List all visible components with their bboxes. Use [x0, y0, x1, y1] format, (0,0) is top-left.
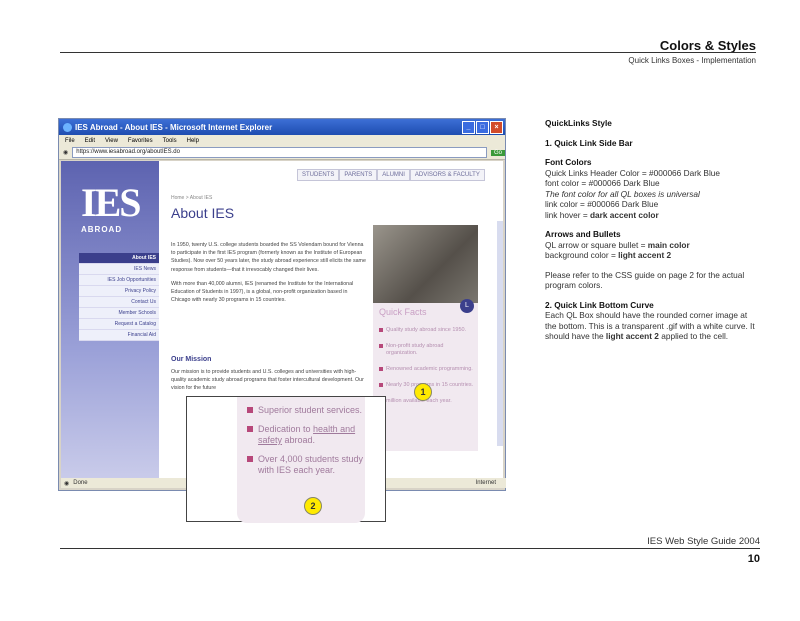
- address-input[interactable]: https://www.iesabroad.org/aboutIES.do: [72, 147, 487, 158]
- font-color-note: The font color for all QL boxes is unive…: [545, 188, 700, 199]
- ies-logo[interactable]: IES: [81, 179, 141, 226]
- sidenav-item-about[interactable]: About IES: [79, 253, 159, 264]
- menu-favorites[interactable]: Favorites: [128, 138, 153, 144]
- quick-fact-item[interactable]: Non-profit study abroad organization.: [379, 343, 475, 357]
- quick-facts-box: Quick Facts L Quality study abroad since…: [373, 299, 478, 451]
- body-paragraph-1: In 1950, twenty U.S. college students bo…: [171, 242, 366, 273]
- address-bar: ◉ https://www.iesabroad.org/aboutIES.do …: [59, 146, 505, 160]
- scrollbar[interactable]: [497, 221, 503, 446]
- breadcrumb: Home > About IES: [171, 195, 213, 201]
- footer-guide-title: IES Web Style Guide 2004: [647, 536, 760, 547]
- zoom-callout: Superior student services. Dedication to…: [186, 396, 386, 523]
- page-title: Colors & Styles: [659, 38, 756, 53]
- site-page-title: About IES: [171, 205, 235, 221]
- mission-text: Our mission is to provide students and U…: [171, 369, 364, 392]
- students-photo: [373, 225, 478, 303]
- quick-fact-item[interactable]: Renowned academic programming.: [379, 366, 475, 373]
- font-color-note: link color = #000066 Dark Blue: [545, 199, 659, 209]
- mission-heading: Our Mission: [171, 356, 212, 363]
- tab-advisors[interactable]: ADVISORS & FACULTY: [409, 169, 485, 181]
- font-color-note: link hover = dark accent color: [545, 209, 659, 220]
- menu-bar: File Edit View Favorites Tools Help: [59, 135, 505, 146]
- sidenav-item-catalog[interactable]: Request a Catalog: [79, 319, 159, 330]
- status-done: Done: [73, 480, 88, 486]
- callout-marker-2: 2: [304, 497, 322, 515]
- font-color-note: font color = #000066 Dark Blue: [545, 178, 660, 188]
- zoom-fact-item[interactable]: Superior student services.: [247, 405, 367, 416]
- page-icon: ◉: [63, 150, 69, 156]
- site-sidenav: About IES IES News IES Job Opportunities…: [79, 253, 159, 341]
- ie-icon: [63, 122, 72, 132]
- browser-titlebar: IES Abroad - About IES - Microsoft Inter…: [59, 119, 505, 135]
- page-number: 10: [747, 553, 760, 565]
- sidenav-item-members[interactable]: Member Schools: [79, 308, 159, 319]
- sidenav-item-jobs[interactable]: IES Job Opportunities: [79, 275, 159, 286]
- tab-parents[interactable]: PARENTS: [339, 169, 378, 181]
- zoom-fact-item[interactable]: Over 4,000 students study with IES each …: [247, 454, 367, 476]
- arrows-note: background color = light accent 2: [545, 250, 672, 260]
- font-colors-heading: Font Colors: [545, 157, 592, 167]
- sidenav-item-news[interactable]: IES News: [79, 264, 159, 275]
- section-2-heading: 2. Quick Link Bottom Curve: [545, 299, 654, 310]
- body-paragraph-2: With more than 40,000 alumni, IES (renam…: [171, 280, 354, 304]
- quick-facts-badge-icon: L: [460, 299, 474, 313]
- status-zone: Internet: [475, 480, 496, 486]
- menu-edit[interactable]: Edit: [85, 138, 95, 144]
- tab-students[interactable]: STUDENTS: [297, 169, 340, 181]
- minimize-icon[interactable]: _: [462, 120, 475, 134]
- menu-file[interactable]: File: [65, 138, 75, 144]
- window-title: IES Abroad - About IES - Microsoft Inter…: [75, 122, 273, 132]
- arrows-bullets-heading: Arrows and Bullets: [545, 229, 621, 239]
- quick-fact-item[interactable]: Quality study abroad since 1950.: [379, 327, 475, 334]
- tab-alumni[interactable]: ALUMNI: [377, 169, 410, 181]
- site-body-text: In 1950, twenty U.S. college students bo…: [171, 241, 366, 310]
- footer-rule: [60, 548, 760, 549]
- arrows-note: QL arrow or square bullet = main color: [545, 239, 690, 250]
- status-icon: ◉: [64, 480, 70, 487]
- quick-facts-heading: Quick Facts: [379, 307, 427, 317]
- ies-logo-sub: ABROAD: [81, 225, 123, 234]
- style-notes: QuickLinks Style 1. Quick Link Side Bar …: [545, 118, 760, 342]
- menu-tools[interactable]: Tools: [163, 138, 177, 144]
- callout-marker-1: 1: [414, 383, 432, 401]
- sidenav-item-aid[interactable]: Financial Aid: [79, 330, 159, 341]
- header-rule: [60, 52, 756, 53]
- sidenav-item-contact[interactable]: Contact Us: [79, 297, 159, 308]
- menu-view[interactable]: View: [105, 138, 118, 144]
- curve-note: Each QL Box should have the rounded corn…: [545, 310, 755, 341]
- quicklinks-style-heading: QuickLinks Style: [545, 118, 612, 128]
- zoom-fact-item[interactable]: Dedication to health and safety abroad.: [247, 424, 367, 446]
- css-guide-note: Please refer to the CSS guide on page 2 …: [545, 269, 745, 291]
- close-icon[interactable]: ×: [490, 120, 503, 134]
- menu-help[interactable]: Help: [187, 138, 199, 144]
- font-color-note: Quick Links Header Color = #000066 Dark …: [545, 167, 721, 178]
- site-left-column: IES ABROAD About IES IES News IES Job Op…: [61, 161, 159, 478]
- maximize-icon[interactable]: □: [476, 120, 489, 134]
- section-1-heading: 1. Quick Link Side Bar: [545, 137, 633, 148]
- page-subtitle: Quick Links Boxes - Implementation: [628, 56, 756, 65]
- sidenav-item-privacy[interactable]: Privacy Policy: [79, 286, 159, 297]
- go-button[interactable]: Go: [490, 149, 505, 156]
- site-tabs: STUDENTS PARENTS ALUMNI ADVISORS & FACUL…: [297, 169, 485, 181]
